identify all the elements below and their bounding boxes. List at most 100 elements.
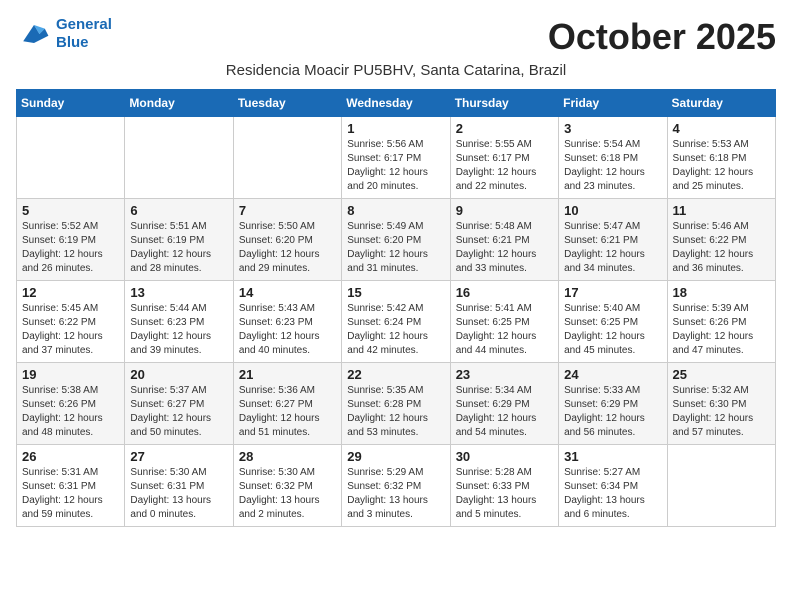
calendar-cell: 11 Sunrise: 5:46 AM Sunset: 6:22 PM Dayli… xyxy=(667,199,775,281)
day-info: Sunrise: 5:49 AM Sunset: 6:20 PM Dayligh… xyxy=(347,220,444,276)
weekday-header-wednesday: Wednesday xyxy=(342,90,450,117)
calendar-cell: 27 Sunrise: 5:30 AM Sunset: 6:31 PM Dayli… xyxy=(125,445,233,527)
day-info: Sunrise: 5:29 AM Sunset: 6:32 PM Dayligh… xyxy=(347,466,444,522)
day-info: Sunrise: 5:40 AM Sunset: 6:25 PM Dayligh… xyxy=(564,302,661,358)
day-info: Sunrise: 5:30 AM Sunset: 6:31 PM Dayligh… xyxy=(130,466,227,522)
calendar-cell: 16 Sunrise: 5:41 AM Sunset: 6:25 PM Dayli… xyxy=(450,281,558,363)
day-info: Sunrise: 5:55 AM Sunset: 6:17 PM Dayligh… xyxy=(456,138,553,194)
day-info: Sunrise: 5:35 AM Sunset: 6:28 PM Dayligh… xyxy=(347,384,444,440)
calendar-cell: 3 Sunrise: 5:54 AM Sunset: 6:18 PM Daylig… xyxy=(559,117,667,199)
day-info: Sunrise: 5:50 AM Sunset: 6:20 PM Dayligh… xyxy=(239,220,336,276)
calendar-cell xyxy=(125,117,233,199)
calendar-cell: 2Sunrise: 5:55 AM Sunset: 6:17 PM Daylig… xyxy=(450,117,558,199)
calendar-cell: 30 Sunrise: 5:28 AM Sunset: 6:33 PM Dayli… xyxy=(450,445,558,527)
day-number: 7 xyxy=(239,203,336,218)
subtitle: Residencia Moacir PU5BHV, Santa Catarina… xyxy=(16,62,776,79)
calendar-cell: 7 Sunrise: 5:50 AM Sunset: 6:20 PM Daylig… xyxy=(233,199,341,281)
calendar-week-5: 26Sunrise: 5:31 AM Sunset: 6:31 PM Dayli… xyxy=(17,445,776,527)
calendar-cell: 12Sunrise: 5:45 AM Sunset: 6:22 PM Dayli… xyxy=(17,281,125,363)
logo-line1: General xyxy=(56,16,112,33)
calendar-cell: 20Sunrise: 5:37 AM Sunset: 6:27 PM Dayli… xyxy=(125,363,233,445)
day-info: Sunrise: 5:33 AM Sunset: 6:29 PM Dayligh… xyxy=(564,384,661,440)
day-info: Sunrise: 5:27 AM Sunset: 6:34 PM Dayligh… xyxy=(564,466,661,522)
day-number: 25 xyxy=(673,367,770,382)
calendar-cell: 15 Sunrise: 5:42 AM Sunset: 6:24 PM Dayli… xyxy=(342,281,450,363)
day-number: 15 xyxy=(347,285,444,300)
calendar-cell xyxy=(233,117,341,199)
calendar-cell: 29 Sunrise: 5:29 AM Sunset: 6:32 PM Dayli… xyxy=(342,445,450,527)
day-number: 14 xyxy=(239,285,336,300)
day-number: 16 xyxy=(456,285,553,300)
calendar-cell: 10 Sunrise: 5:47 AM Sunset: 6:21 PM Dayli… xyxy=(559,199,667,281)
calendar-week-4: 19Sunrise: 5:38 AM Sunset: 6:26 PM Dayli… xyxy=(17,363,776,445)
weekday-header-row: SundayMondayTuesdayWednesdayThursdayFrid… xyxy=(17,90,776,117)
calendar-cell: 31 Sunrise: 5:27 AM Sunset: 6:34 PM Dayli… xyxy=(559,445,667,527)
day-info: Sunrise: 5:36 AM Sunset: 6:27 PM Dayligh… xyxy=(239,384,336,440)
day-number: 27 xyxy=(130,449,227,464)
day-number: 3 xyxy=(564,121,661,136)
weekday-header-friday: Friday xyxy=(559,90,667,117)
day-number: 6 xyxy=(130,203,227,218)
day-info: Sunrise: 5:53 AM Sunset: 6:18 PM Dayligh… xyxy=(673,138,770,194)
calendar-cell: 1 Sunrise: 5:56 AM Sunset: 6:17 PM Daylig… xyxy=(342,117,450,199)
day-number: 12 xyxy=(22,285,119,300)
day-info: Sunrise: 5:46 AM Sunset: 6:22 PM Dayligh… xyxy=(673,220,770,276)
day-number: 28 xyxy=(239,449,336,464)
day-info: Sunrise: 5:48 AM Sunset: 6:21 PM Dayligh… xyxy=(456,220,553,276)
calendar-cell: 18 Sunrise: 5:39 AM Sunset: 6:26 PM Dayli… xyxy=(667,281,775,363)
day-number: 21 xyxy=(239,367,336,382)
calendar-cell: 24 Sunrise: 5:33 AM Sunset: 6:29 PM Dayli… xyxy=(559,363,667,445)
day-info: Sunrise: 5:38 AM Sunset: 6:26 PM Dayligh… xyxy=(22,384,119,440)
day-info: Sunrise: 5:32 AM Sunset: 6:30 PM Dayligh… xyxy=(673,384,770,440)
day-info: Sunrise: 5:51 AM Sunset: 6:19 PM Dayligh… xyxy=(130,220,227,276)
calendar-cell xyxy=(667,445,775,527)
calendar-cell: 8 Sunrise: 5:49 AM Sunset: 6:20 PM Daylig… xyxy=(342,199,450,281)
weekday-header-thursday: Thursday xyxy=(450,90,558,117)
day-number: 29 xyxy=(347,449,444,464)
day-info: Sunrise: 5:42 AM Sunset: 6:24 PM Dayligh… xyxy=(347,302,444,358)
calendar-cell: 19Sunrise: 5:38 AM Sunset: 6:26 PM Dayli… xyxy=(17,363,125,445)
day-number: 30 xyxy=(456,449,553,464)
calendar-cell: 21 Sunrise: 5:36 AM Sunset: 6:27 PM Dayli… xyxy=(233,363,341,445)
day-number: 1 xyxy=(347,121,444,136)
day-number: 4 xyxy=(673,121,770,136)
day-info: Sunrise: 5:34 AM Sunset: 6:29 PM Dayligh… xyxy=(456,384,553,440)
calendar-cell: 6 Sunrise: 5:51 AM Sunset: 6:19 PM Daylig… xyxy=(125,199,233,281)
day-info: Sunrise: 5:47 AM Sunset: 6:21 PM Dayligh… xyxy=(564,220,661,276)
day-number: 13 xyxy=(130,285,227,300)
weekday-header-monday: Monday xyxy=(125,90,233,117)
calendar-week-3: 12Sunrise: 5:45 AM Sunset: 6:22 PM Dayli… xyxy=(17,281,776,363)
day-number: 22 xyxy=(347,367,444,382)
day-info: Sunrise: 5:54 AM Sunset: 6:18 PM Dayligh… xyxy=(564,138,661,194)
logo-icon xyxy=(16,16,52,52)
day-number: 11 xyxy=(673,203,770,218)
day-info: Sunrise: 5:30 AM Sunset: 6:32 PM Dayligh… xyxy=(239,466,336,522)
calendar-cell: 17 Sunrise: 5:40 AM Sunset: 6:25 PM Dayli… xyxy=(559,281,667,363)
month-title: October 2025 xyxy=(548,16,776,58)
page-header: General Blue October 2025 xyxy=(16,16,776,58)
day-info: Sunrise: 5:39 AM Sunset: 6:26 PM Dayligh… xyxy=(673,302,770,358)
logo-text: General Blue xyxy=(56,16,112,52)
calendar-cell: 13 Sunrise: 5:44 AM Sunset: 6:23 PM Dayli… xyxy=(125,281,233,363)
day-info: Sunrise: 5:37 AM Sunset: 6:27 PM Dayligh… xyxy=(130,384,227,440)
weekday-header-tuesday: Tuesday xyxy=(233,90,341,117)
day-info: Sunrise: 5:41 AM Sunset: 6:25 PM Dayligh… xyxy=(456,302,553,358)
day-number: 24 xyxy=(564,367,661,382)
day-number: 5 xyxy=(22,203,119,218)
calendar-cell: 14Sunrise: 5:43 AM Sunset: 6:23 PM Dayli… xyxy=(233,281,341,363)
calendar-cell xyxy=(17,117,125,199)
day-number: 8 xyxy=(347,203,444,218)
day-number: 18 xyxy=(673,285,770,300)
day-number: 17 xyxy=(564,285,661,300)
day-number: 10 xyxy=(564,203,661,218)
calendar: SundayMondayTuesdayWednesdayThursdayFrid… xyxy=(16,89,776,527)
day-info: Sunrise: 5:44 AM Sunset: 6:23 PM Dayligh… xyxy=(130,302,227,358)
day-number: 9 xyxy=(456,203,553,218)
logo: General Blue xyxy=(16,16,112,52)
day-info: Sunrise: 5:52 AM Sunset: 6:19 PM Dayligh… xyxy=(22,220,119,276)
day-info: Sunrise: 5:56 AM Sunset: 6:17 PM Dayligh… xyxy=(347,138,444,194)
day-number: 31 xyxy=(564,449,661,464)
weekday-header-sunday: Sunday xyxy=(17,90,125,117)
day-info: Sunrise: 5:28 AM Sunset: 6:33 PM Dayligh… xyxy=(456,466,553,522)
calendar-cell: 4 Sunrise: 5:53 AM Sunset: 6:18 PM Daylig… xyxy=(667,117,775,199)
